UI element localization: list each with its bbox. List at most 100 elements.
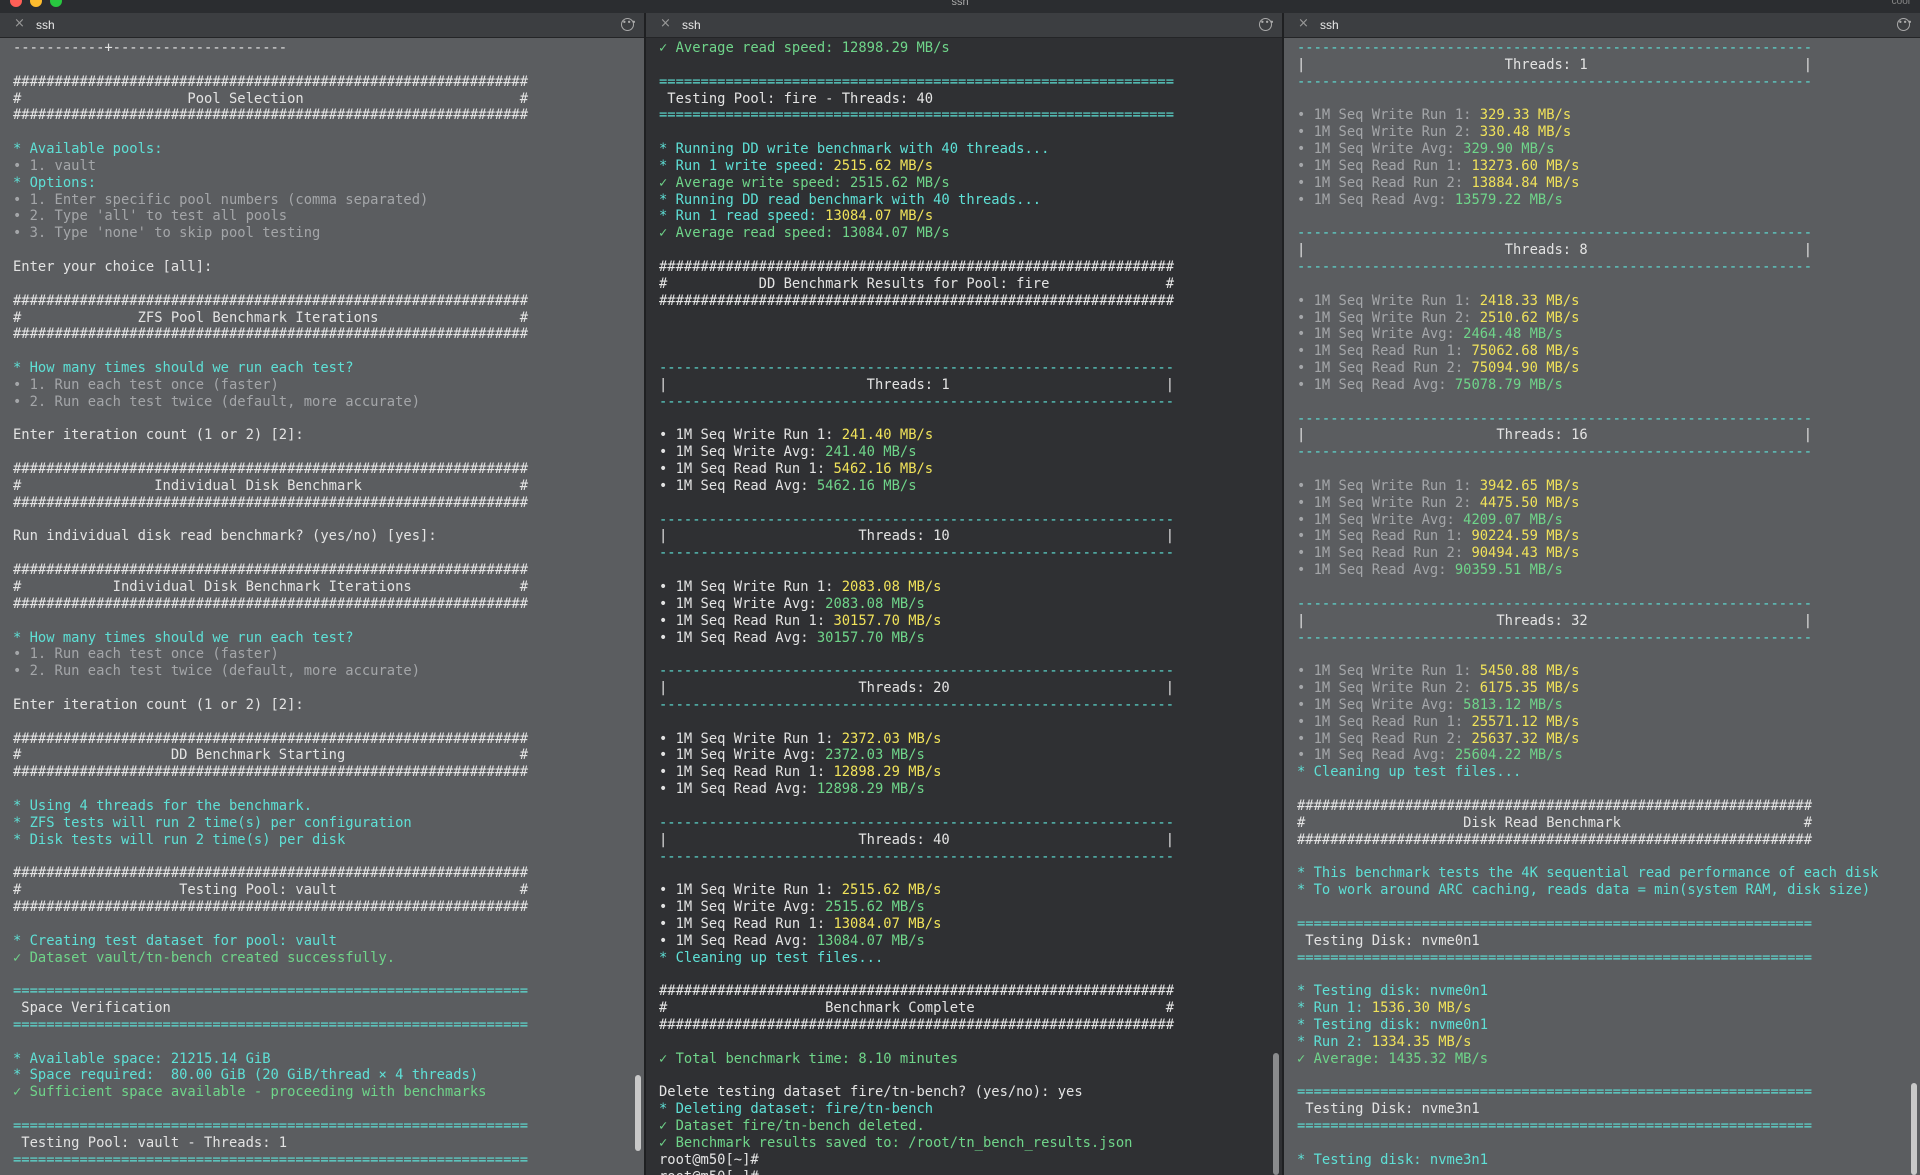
terminal-text: 90224.59 MB/s [1471, 528, 1580, 545]
terminal-text: 13579.22 MB/s [1454, 191, 1563, 208]
terminal-text: • 2. Type 'all' to test all pools [13, 208, 288, 225]
terminal-output[interactable]: -----------+--------------------- #######… [13, 40, 630, 1175]
terminal-text: ########################################… [13, 107, 528, 124]
terminal-line: • 1M Seq Read Avg: 13084.07 MB/s [659, 933, 1268, 950]
scrollbar[interactable] [635, 1075, 641, 1151]
terminal-line: ########################################… [13, 731, 630, 748]
more-options-icon[interactable]: ••• [621, 18, 636, 31]
more-options-icon[interactable]: ••• [1259, 18, 1274, 31]
terminal-output[interactable]: ✓ Average read speed: 12898.29 MB/s =====… [659, 40, 1268, 1175]
terminal-pane-left[interactable]: × ssh ••• -----------+------------------… [0, 13, 646, 1175]
terminal-text: * How many times should we run each test… [13, 360, 354, 377]
terminal-pane-right[interactable]: × ssh ••• ------------------------------… [1284, 13, 1920, 1175]
window-title: ssh [951, 0, 969, 8]
terminal-text: • 1M Seq Write Run 1: [1297, 477, 1480, 494]
terminal-text: * Testing disk: nvme0n1 [1297, 983, 1489, 1000]
tab-title: ssh [36, 18, 55, 32]
pane-tab[interactable]: × ssh ••• [646, 13, 1282, 38]
terminal-text: | Threads: 1 | [1297, 56, 1812, 73]
terminal-line: # DD Benchmark Results for Pool: fire # [659, 276, 1268, 293]
terminal-pane-middle[interactable]: × ssh ••• ✓ Average read speed: 12898.29… [646, 13, 1284, 1175]
terminal-text: ########################################… [1297, 797, 1812, 814]
terminal-text: 25571.12 MB/s [1471, 713, 1580, 730]
terminal-output[interactable]: ----------------------------------------… [1297, 40, 1906, 1175]
pane-tab[interactable]: × ssh ••• [1284, 13, 1920, 38]
terminal-text: ----------------------------------------… [1297, 444, 1812, 461]
terminal-text: 2515.62 MB/s [833, 157, 934, 174]
terminal-text: ----------------------------------------… [1297, 225, 1812, 242]
terminal-text: 2372.03 MB/s [841, 730, 942, 747]
terminal-text: ========================================… [1297, 1084, 1812, 1101]
terminal-line: ########################################… [13, 293, 630, 310]
terminal-line: * Testing disk: nvme3n1 [1297, 1152, 1906, 1169]
terminal-line: ########################################… [13, 764, 630, 781]
terminal-text: 75062.68 MB/s [1471, 343, 1580, 360]
terminal-text: Enter iteration count (1 or 2) [2]: [13, 696, 304, 713]
terminal-text: ✓ Total benchmark time: 8.10 minutes [659, 1050, 959, 1067]
pane-tab[interactable]: × ssh ••• [0, 13, 644, 38]
terminal-line: ========================================… [659, 74, 1268, 91]
terminal-text: # ZFS Pool Benchmark Iterations # [13, 309, 528, 326]
close-icon[interactable]: × [660, 16, 671, 31]
close-icon[interactable]: × [1298, 16, 1309, 31]
terminal-line: • 1M Seq Write Avg: 2464.48 MB/s [1297, 326, 1906, 343]
terminal-text: ----------------------------------------… [1297, 410, 1812, 427]
terminal-line: | Threads: 40 | [659, 832, 1268, 849]
terminal-text: 5462.16 MB/s [816, 477, 917, 494]
terminal-text: • 1M Seq Write Avg: [1297, 511, 1464, 528]
terminal-line: ########################################… [1297, 832, 1906, 849]
terminal-text: 13084.07 MB/s [833, 915, 942, 932]
terminal-text: ########################################… [13, 595, 528, 612]
terminal-text: • 1M Seq Write Run 1: [1297, 107, 1480, 124]
terminal-text: ----------------------------------------… [1297, 73, 1812, 90]
terminal-text: # Disk Read Benchmark # [1297, 814, 1812, 831]
terminal-line: • 1. Enter specific pool numbers (comma … [13, 192, 630, 209]
terminal-text: • 1M Seq Read Run 1: [1297, 713, 1472, 730]
more-options-icon[interactable]: ••• [1897, 18, 1912, 31]
terminal-text: • 1M Seq Read Run 1: [1297, 157, 1472, 174]
terminal-text: 2515.62 MB/s [841, 882, 942, 899]
terminal-line: ########################################… [13, 596, 630, 613]
terminal-text: * Run 1 read speed: [659, 208, 826, 225]
terminal-text: 2418.33 MB/s [1479, 292, 1580, 309]
terminal-line: # Pool Selection # [13, 91, 630, 108]
terminal-text: 13084.07 MB/s [816, 932, 925, 949]
terminal-text: • 1M Seq Read Run 1: [659, 915, 834, 932]
terminal-text: * Cleaning up test files... [1297, 764, 1522, 781]
terminal-line: ----------------------------------------… [659, 360, 1268, 377]
terminal-line: * Testing disk: nvme0n1 [1297, 1017, 1906, 1034]
terminal-text: • 3. Type 'none' to skip pool testing [13, 225, 321, 242]
terminal-text: ✓ Dataset vault/tn-bench created success… [13, 949, 396, 966]
terminal-text: • 1M Seq Write Run 2: [1297, 309, 1480, 326]
terminal-line: ========================================… [1297, 950, 1906, 967]
terminal-line: • 1M Seq Write Run 1: 3942.65 MB/s [1297, 478, 1906, 495]
terminal-line: ✓ Benchmark results saved to: /root/tn_b… [659, 1135, 1268, 1152]
terminal-line: • 1M Seq Read Run 2: 90494.43 MB/s [1297, 545, 1906, 562]
terminal-text: • 1M Seq Read Run 1: [659, 764, 834, 781]
close-icon[interactable]: × [14, 16, 25, 31]
terminal-text: 75094.90 MB/s [1471, 360, 1580, 377]
terminal-text: ----------------------------------------… [659, 511, 1174, 528]
terminal-line: * Run 1 read speed: 13084.07 MB/s [659, 208, 1268, 225]
terminal-text: * Available pools: [13, 141, 163, 158]
terminal-line: ########################################… [13, 326, 630, 343]
terminal-text: 12898.29 MB/s [833, 764, 942, 781]
scrollbar[interactable] [1911, 1083, 1917, 1175]
scrollbar[interactable] [1273, 1053, 1279, 1175]
terminal-line: • 1M Seq Read Run 2: 25637.32 MB/s [1297, 731, 1906, 748]
terminal-text: ########################################… [13, 730, 528, 747]
terminal-text: • 1. Run each test once (faster) [13, 646, 279, 663]
